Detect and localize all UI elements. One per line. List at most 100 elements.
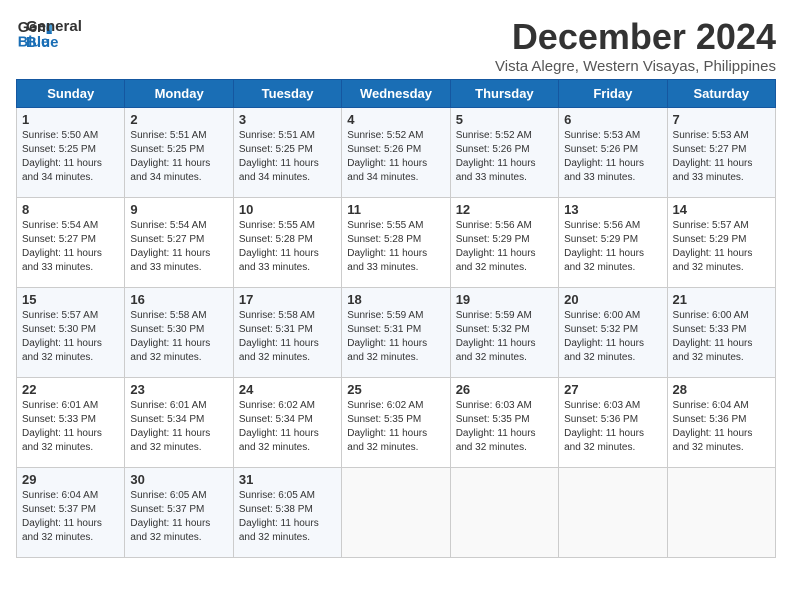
day-number: 2 [130,112,227,127]
day-number: 14 [673,202,770,217]
day-info: Sunrise: 5:51 AMSunset: 5:25 PMDaylight:… [130,130,210,183]
calendar-cell: 9Sunrise: 5:54 AMSunset: 5:27 PMDaylight… [125,198,233,288]
calendar-cell: 2 Sunrise: 5:51 AMSunset: 5:25 PMDaylight… [125,108,233,198]
day-number: 23 [130,382,227,397]
day-info: Sunrise: 5:58 AMSunset: 5:30 PMDaylight:… [130,310,210,363]
day-info: Sunrise: 6:04 AMSunset: 5:36 PMDaylight:… [673,400,753,453]
calendar-cell: 20 Sunrise: 6:00 AMSunset: 5:32 PMDayligh… [559,288,667,378]
header-tuesday: Tuesday [233,80,341,108]
day-info: Sunrise: 5:52 AMSunset: 5:26 PMDaylight:… [347,130,427,183]
calendar-cell: 7Sunrise: 5:53 AMSunset: 5:27 PMDaylight… [667,108,775,198]
calendar-cell [450,468,558,558]
day-info: Sunrise: 6:05 AMSunset: 5:38 PMDaylight:… [239,490,319,543]
calendar-cell: 14Sunrise: 5:57 AMSunset: 5:29 PMDayligh… [667,198,775,288]
calendar-cell: 22 Sunrise: 6:01 AMSunset: 5:33 PMDayligh… [17,378,125,468]
day-number: 6 [564,112,661,127]
day-number: 27 [564,382,661,397]
calendar-cell: 8Sunrise: 5:54 AMSunset: 5:27 PMDaylight… [17,198,125,288]
calendar-week-5: 29 Sunrise: 6:04 AMSunset: 5:37 PMDayligh… [17,468,776,558]
day-number: 26 [456,382,553,397]
day-info: Sunrise: 5:59 AMSunset: 5:31 PMDaylight:… [347,310,427,363]
day-number: 28 [673,382,770,397]
calendar-subtitle: Vista Alegre, Western Visayas, Philippin… [495,58,776,75]
day-info: Sunrise: 6:01 AMSunset: 5:33 PMDaylight:… [22,400,102,453]
day-number: 29 [22,472,119,487]
calendar-cell: 31 Sunrise: 6:05 AMSunset: 5:38 PMDayligh… [233,468,341,558]
calendar-cell: 16 Sunrise: 5:58 AMSunset: 5:30 PMDayligh… [125,288,233,378]
calendar-week-2: 8Sunrise: 5:54 AMSunset: 5:27 PMDaylight… [17,198,776,288]
calendar-cell: 6 Sunrise: 5:53 AMSunset: 5:26 PMDaylight… [559,108,667,198]
calendar-title: December 2024 [495,16,776,58]
header-saturday: Saturday [667,80,775,108]
header-thursday: Thursday [450,80,558,108]
calendar-cell: 17Sunrise: 5:58 AMSunset: 5:31 PMDayligh… [233,288,341,378]
calendar-cell: 18 Sunrise: 5:59 AMSunset: 5:31 PMDayligh… [342,288,450,378]
header-wednesday: Wednesday [342,80,450,108]
calendar-cell [342,468,450,558]
day-info: Sunrise: 5:54 AMSunset: 5:27 PMDaylight:… [22,220,102,273]
day-number: 31 [239,472,336,487]
header-sunday: Sunday [17,80,125,108]
day-number: 1 [22,112,119,127]
day-number: 24 [239,382,336,397]
day-info: Sunrise: 6:01 AMSunset: 5:34 PMDaylight:… [130,400,210,453]
day-info: Sunrise: 5:56 AMSunset: 5:29 PMDaylight:… [456,220,536,273]
header-friday: Friday [559,80,667,108]
day-info: Sunrise: 6:05 AMSunset: 5:37 PMDaylight:… [130,490,210,543]
calendar-cell: 25Sunrise: 6:02 AMSunset: 5:35 PMDayligh… [342,378,450,468]
day-number: 4 [347,112,444,127]
day-number: 18 [347,292,444,307]
weekday-header-row: Sunday Monday Tuesday Wednesday Thursday… [17,80,776,108]
day-number: 5 [456,112,553,127]
logo-blue: Blue [26,35,82,52]
calendar-cell: 28 Sunrise: 6:04 AMSunset: 5:36 PMDayligh… [667,378,775,468]
calendar-cell: 10 Sunrise: 5:55 AMSunset: 5:28 PMDayligh… [233,198,341,288]
day-info: Sunrise: 5:57 AMSunset: 5:30 PMDaylight:… [22,310,102,363]
day-number: 9 [130,202,227,217]
day-number: 16 [130,292,227,307]
day-number: 3 [239,112,336,127]
page-container: General Blue General Blue December 2024 … [16,16,776,558]
day-info: Sunrise: 6:00 AMSunset: 5:32 PMDaylight:… [564,310,644,363]
calendar-cell: 15 Sunrise: 5:57 AMSunset: 5:30 PMDayligh… [17,288,125,378]
day-info: Sunrise: 5:52 AMSunset: 5:26 PMDaylight:… [456,130,536,183]
day-info: Sunrise: 5:55 AMSunset: 5:28 PMDaylight:… [239,220,319,273]
day-number: 21 [673,292,770,307]
day-info: Sunrise: 6:04 AMSunset: 5:37 PMDaylight:… [22,490,102,543]
calendar-cell: 1Sunrise: 5:50 AMSunset: 5:25 PMDaylight… [17,108,125,198]
logo: General Blue General Blue [16,16,82,52]
calendar-week-3: 15 Sunrise: 5:57 AMSunset: 5:30 PMDayligh… [17,288,776,378]
calendar-cell: 12 Sunrise: 5:56 AMSunset: 5:29 PMDayligh… [450,198,558,288]
day-info: Sunrise: 5:53 AMSunset: 5:26 PMDaylight:… [564,130,644,183]
day-info: Sunrise: 5:59 AMSunset: 5:32 PMDaylight:… [456,310,536,363]
calendar-week-1: 1Sunrise: 5:50 AMSunset: 5:25 PMDaylight… [17,108,776,198]
calendar-cell: 21Sunrise: 6:00 AMSunset: 5:33 PMDayligh… [667,288,775,378]
day-number: 10 [239,202,336,217]
calendar-week-4: 22 Sunrise: 6:01 AMSunset: 5:33 PMDayligh… [17,378,776,468]
day-number: 30 [130,472,227,487]
day-info: Sunrise: 6:02 AMSunset: 5:34 PMDaylight:… [239,400,319,453]
day-number: 20 [564,292,661,307]
day-number: 7 [673,112,770,127]
calendar-cell: 11Sunrise: 5:55 AMSunset: 5:28 PMDayligh… [342,198,450,288]
day-number: 15 [22,292,119,307]
day-info: Sunrise: 5:58 AMSunset: 5:31 PMDaylight:… [239,310,319,363]
calendar-cell: 29 Sunrise: 6:04 AMSunset: 5:37 PMDayligh… [17,468,125,558]
calendar-cell: 4 Sunrise: 5:52 AMSunset: 5:26 PMDaylight… [342,108,450,198]
title-block: December 2024 Vista Alegre, Western Visa… [495,16,776,75]
calendar-cell: 27 Sunrise: 6:03 AMSunset: 5:36 PMDayligh… [559,378,667,468]
calendar-cell [559,468,667,558]
day-number: 19 [456,292,553,307]
calendar-cell: 3Sunrise: 5:51 AMSunset: 5:25 PMDaylight… [233,108,341,198]
day-number: 11 [347,202,444,217]
calendar-table: Sunday Monday Tuesday Wednesday Thursday… [16,79,776,558]
day-info: Sunrise: 6:03 AMSunset: 5:36 PMDaylight:… [564,400,644,453]
day-info: Sunrise: 6:03 AMSunset: 5:35 PMDaylight:… [456,400,536,453]
day-info: Sunrise: 5:56 AMSunset: 5:29 PMDaylight:… [564,220,644,273]
calendar-cell: 24 Sunrise: 6:02 AMSunset: 5:34 PMDayligh… [233,378,341,468]
calendar-cell [667,468,775,558]
day-number: 22 [22,382,119,397]
day-number: 12 [456,202,553,217]
calendar-cell: 13Sunrise: 5:56 AMSunset: 5:29 PMDayligh… [559,198,667,288]
calendar-cell: 26 Sunrise: 6:03 AMSunset: 5:35 PMDayligh… [450,378,558,468]
